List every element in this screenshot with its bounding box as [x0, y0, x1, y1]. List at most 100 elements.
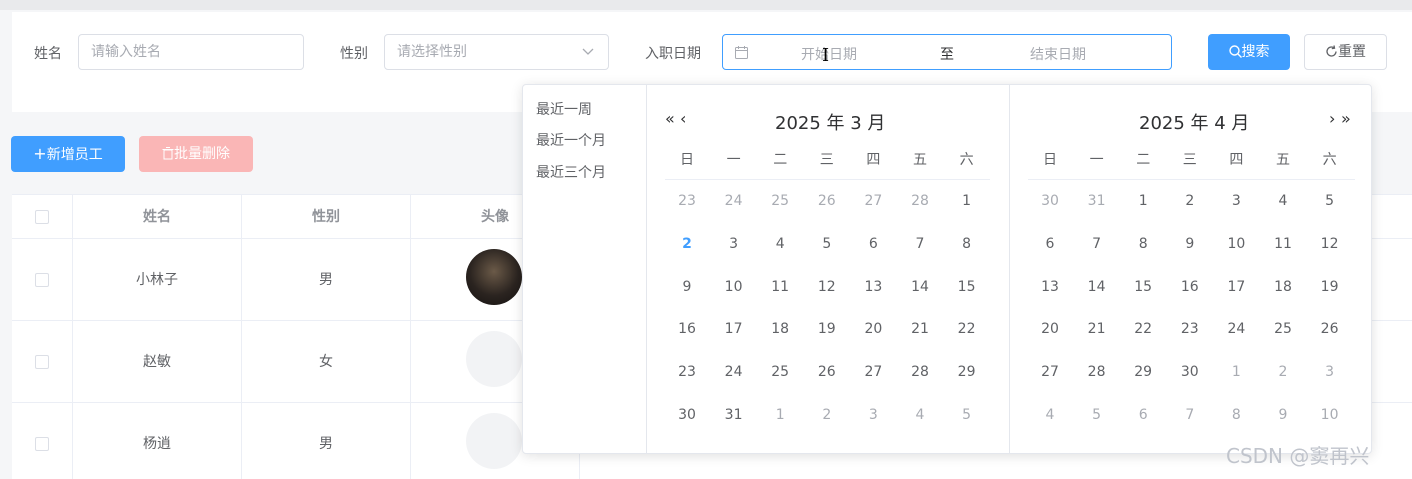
- calendar-day[interactable]: 9: [667, 277, 707, 297]
- calendar-day[interactable]: 29: [1123, 362, 1163, 382]
- calendar-day[interactable]: 23: [1170, 319, 1210, 339]
- calendar-day[interactable]: 21: [1077, 319, 1117, 339]
- calendar-day[interactable]: 13: [1030, 277, 1070, 297]
- calendar-day[interactable]: 12: [807, 277, 847, 297]
- calendar-day[interactable]: 10: [714, 277, 754, 297]
- calendar-day[interactable]: 4: [760, 234, 800, 254]
- calendar-day[interactable]: 15: [1123, 277, 1163, 297]
- calendar-day[interactable]: 25: [760, 362, 800, 382]
- calendar-day[interactable]: 3: [1216, 191, 1256, 211]
- reset-button[interactable]: 重置: [1304, 34, 1387, 70]
- calendar-day[interactable]: 27: [1030, 362, 1070, 382]
- prev-year-icon[interactable]: «: [665, 109, 675, 128]
- calendar-day[interactable]: 2: [807, 405, 847, 425]
- calendar-day[interactable]: 19: [1310, 277, 1350, 297]
- calendar-day[interactable]: 30: [1030, 191, 1070, 211]
- calendar-day[interactable]: 28: [900, 191, 940, 211]
- calendar-day[interactable]: 10: [1310, 405, 1350, 425]
- calendar-day[interactable]: 6: [853, 234, 893, 254]
- calendar-day[interactable]: 7: [1077, 234, 1117, 254]
- calendar-day[interactable]: 19: [807, 319, 847, 339]
- calendar-day[interactable]: 31: [1077, 191, 1117, 211]
- next-month-icon[interactable]: ›: [1329, 109, 1335, 128]
- calendar-day[interactable]: 8: [1123, 234, 1163, 254]
- prev-month-icon[interactable]: ‹: [680, 109, 686, 128]
- search-button[interactable]: 搜索: [1208, 34, 1290, 70]
- calendar-day[interactable]: 1: [760, 405, 800, 425]
- gender-select[interactable]: 请选择性别: [384, 34, 609, 70]
- calendar-day[interactable]: 26: [807, 191, 847, 211]
- calendar-day[interactable]: 3: [1310, 362, 1350, 382]
- calendar-day[interactable]: 4: [1263, 191, 1303, 211]
- calendar-day[interactable]: 4: [1030, 405, 1070, 425]
- date-range-picker[interactable]: 开始日期 至 结束日期: [722, 34, 1172, 70]
- calendar-day[interactable]: 24: [1216, 319, 1256, 339]
- shortcut-last-three-months[interactable]: 最近三个月: [536, 162, 606, 182]
- calendar-day[interactable]: 1: [947, 191, 987, 211]
- row-checkbox[interactable]: [35, 437, 49, 451]
- calendar-day[interactable]: 13: [853, 277, 893, 297]
- select-all-checkbox[interactable]: [35, 210, 49, 224]
- calendar-day[interactable]: 24: [714, 362, 754, 382]
- calendar-day[interactable]: 4: [900, 405, 940, 425]
- calendar-day[interactable]: 18: [1263, 277, 1303, 297]
- shortcut-last-month[interactable]: 最近一个月: [536, 130, 606, 150]
- calendar-day[interactable]: 22: [1123, 319, 1163, 339]
- calendar-day[interactable]: 1: [1123, 191, 1163, 211]
- calendar-day[interactable]: 20: [853, 319, 893, 339]
- calendar-day[interactable]: 26: [807, 362, 847, 382]
- calendar-day[interactable]: 7: [900, 234, 940, 254]
- calendar-day[interactable]: 31: [714, 405, 754, 425]
- calendar-day[interactable]: 17: [1216, 277, 1256, 297]
- batch-delete-button[interactable]: 批量删除: [139, 136, 253, 172]
- calendar-day[interactable]: 28: [1077, 362, 1117, 382]
- calendar-day[interactable]: 29: [947, 362, 987, 382]
- calendar-day[interactable]: 30: [1170, 362, 1210, 382]
- calendar-day[interactable]: 2: [1263, 362, 1303, 382]
- calendar-day[interactable]: 21: [900, 319, 940, 339]
- calendar-day[interactable]: 6: [1030, 234, 1070, 254]
- calendar-day[interactable]: 24: [714, 191, 754, 211]
- calendar-day[interactable]: 6: [1123, 405, 1163, 425]
- calendar-day[interactable]: 2: [1170, 191, 1210, 211]
- calendar-day[interactable]: 10: [1216, 234, 1256, 254]
- calendar-day[interactable]: 1: [1216, 362, 1256, 382]
- calendar-day[interactable]: 25: [760, 191, 800, 211]
- calendar-day[interactable]: 27: [853, 191, 893, 211]
- calendar-day[interactable]: 9: [1263, 405, 1303, 425]
- calendar-day[interactable]: 5: [1077, 405, 1117, 425]
- add-employee-button[interactable]: +新增员工: [11, 136, 125, 172]
- name-input[interactable]: 请输入姓名: [78, 34, 304, 70]
- calendar-day[interactable]: 14: [900, 277, 940, 297]
- calendar-day[interactable]: 26: [1310, 319, 1350, 339]
- calendar-day[interactable]: 22: [947, 319, 987, 339]
- row-checkbox[interactable]: [35, 273, 49, 287]
- calendar-day[interactable]: 23: [667, 362, 707, 382]
- calendar-day[interactable]: 2: [667, 234, 707, 254]
- calendar-day[interactable]: 11: [760, 277, 800, 297]
- shortcut-last-week[interactable]: 最近一周: [536, 99, 592, 119]
- calendar-day[interactable]: 27: [853, 362, 893, 382]
- row-checkbox[interactable]: [35, 355, 49, 369]
- calendar-day[interactable]: 30: [667, 405, 707, 425]
- calendar-day[interactable]: 14: [1077, 277, 1117, 297]
- calendar-day[interactable]: 25: [1263, 319, 1303, 339]
- calendar-day[interactable]: 8: [1216, 405, 1256, 425]
- calendar-day[interactable]: 12: [1310, 234, 1350, 254]
- calendar-day[interactable]: 5: [807, 234, 847, 254]
- calendar-day[interactable]: 5: [947, 405, 987, 425]
- date-end-input[interactable]: 结束日期: [1030, 44, 1086, 64]
- calendar-day[interactable]: 9: [1170, 234, 1210, 254]
- calendar-day[interactable]: 3: [853, 405, 893, 425]
- calendar-day[interactable]: 16: [1170, 277, 1210, 297]
- next-year-icon[interactable]: »: [1341, 109, 1351, 128]
- calendar-day[interactable]: 3: [714, 234, 754, 254]
- calendar-day[interactable]: 23: [667, 191, 707, 211]
- calendar-day[interactable]: 7: [1170, 405, 1210, 425]
- calendar-day[interactable]: 17: [714, 319, 754, 339]
- calendar-day[interactable]: 28: [900, 362, 940, 382]
- calendar-day[interactable]: 5: [1310, 191, 1350, 211]
- calendar-day[interactable]: 20: [1030, 319, 1070, 339]
- calendar-day[interactable]: 15: [947, 277, 987, 297]
- calendar-day[interactable]: 8: [947, 234, 987, 254]
